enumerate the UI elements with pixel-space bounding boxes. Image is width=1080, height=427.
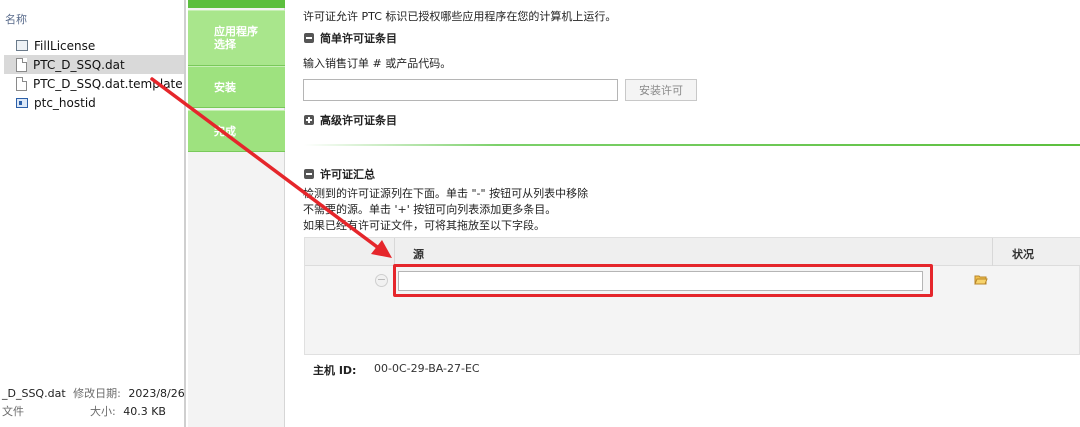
section-title: 简单许可证条目 bbox=[320, 32, 397, 45]
details-size-value: 40.3 KB bbox=[123, 405, 166, 418]
sales-order-input[interactable] bbox=[303, 79, 618, 101]
install-license-button[interactable]: 安装许可 bbox=[625, 79, 697, 101]
file-item-ptc-d-ssq-dat-template[interactable]: PTC_D_SSQ.dat.template bbox=[4, 74, 184, 93]
document-icon bbox=[16, 76, 27, 91]
simple-license-section-header[interactable]: 简单许可证条目 bbox=[304, 30, 397, 46]
details-filename: _D_SSQ.dat bbox=[2, 387, 66, 400]
application-icon bbox=[16, 97, 28, 108]
nav-top-bar bbox=[188, 0, 285, 8]
file-name: ptc_hostid bbox=[34, 95, 96, 110]
file-name: PTC_D_SSQ.dat bbox=[33, 57, 125, 72]
details-modified-value: 2023/8/26 8 bbox=[128, 387, 196, 400]
expand-icon[interactable] bbox=[304, 115, 314, 125]
nav-step-finish[interactable]: 完成 bbox=[188, 110, 285, 152]
wizard-navigation: 应用程序 选择 安装 完成 bbox=[188, 0, 285, 427]
nav-step-application-selection[interactable]: 应用程序 选择 bbox=[188, 10, 285, 66]
file-item-ptc-hostid[interactable]: ptc_hostid bbox=[4, 93, 184, 112]
open-folder-icon[interactable] bbox=[974, 274, 988, 285]
summary-description-line: 如果已经有许可证文件，可将其拖放至以下字段。 bbox=[303, 219, 545, 232]
column-separator bbox=[394, 238, 395, 266]
remove-source-button[interactable]: − bbox=[375, 274, 388, 287]
summary-description-line: 不需要的源。单击 '+' 按钮可向列表添加更多条目。 bbox=[303, 203, 557, 216]
name-column-header[interactable]: 名称 bbox=[5, 11, 27, 27]
host-id-value: 00-0C-29-BA-27-EC bbox=[374, 362, 480, 375]
column-separator bbox=[992, 238, 993, 266]
details-modified-label: 修改日期: bbox=[73, 387, 121, 400]
nav-step-install[interactable]: 安装 bbox=[188, 66, 285, 108]
summary-description-line: 检测到的许可证源列在下面。单击 "-" 按钮可从列表中移除 bbox=[303, 187, 589, 200]
file-item-ptc-d-ssq-dat[interactable]: PTC_D_SSQ.dat bbox=[4, 55, 184, 74]
section-title: 高级许可证条目 bbox=[320, 114, 397, 127]
table-header: 源 状况 bbox=[305, 238, 1080, 266]
column-header-status[interactable]: 状况 bbox=[1012, 246, 1034, 262]
advanced-license-section-header[interactable]: 高级许可证条目 bbox=[304, 112, 397, 128]
section-divider bbox=[304, 144, 1080, 146]
details-size-label: 大小: bbox=[90, 405, 116, 418]
intro-text: 许可证允许 PTC 标识已授权哪些应用程序在您的计算机上运行。 bbox=[303, 10, 617, 23]
file-name: FillLicense bbox=[34, 38, 96, 53]
host-id-label: 主机 ID: bbox=[313, 364, 357, 377]
license-wizard-content: 许可证允许 PTC 标识已授权哪些应用程序在您的计算机上运行。 简单许可证条目 … bbox=[286, 0, 1080, 427]
file-explorer-pane: 名称 FillLicense PTC_D_SSQ.dat PTC_D_SSQ.d… bbox=[0, 0, 195, 427]
column-header-source[interactable]: 源 bbox=[413, 246, 424, 262]
shortcut-icon bbox=[16, 40, 28, 51]
collapse-icon[interactable] bbox=[304, 33, 314, 43]
annotation-highlight-box bbox=[393, 264, 933, 297]
details-type: 文件 bbox=[2, 405, 24, 418]
file-item-filllicense[interactable]: FillLicense bbox=[4, 36, 184, 55]
document-icon bbox=[16, 57, 27, 72]
license-summary-section-header[interactable]: 许可证汇总 bbox=[304, 166, 375, 182]
collapse-icon[interactable] bbox=[304, 169, 314, 179]
sales-order-prompt: 输入销售订单 # 或产品代码。 bbox=[303, 57, 452, 70]
section-title: 许可证汇总 bbox=[320, 168, 375, 181]
file-name: PTC_D_SSQ.dat.template bbox=[33, 76, 183, 91]
